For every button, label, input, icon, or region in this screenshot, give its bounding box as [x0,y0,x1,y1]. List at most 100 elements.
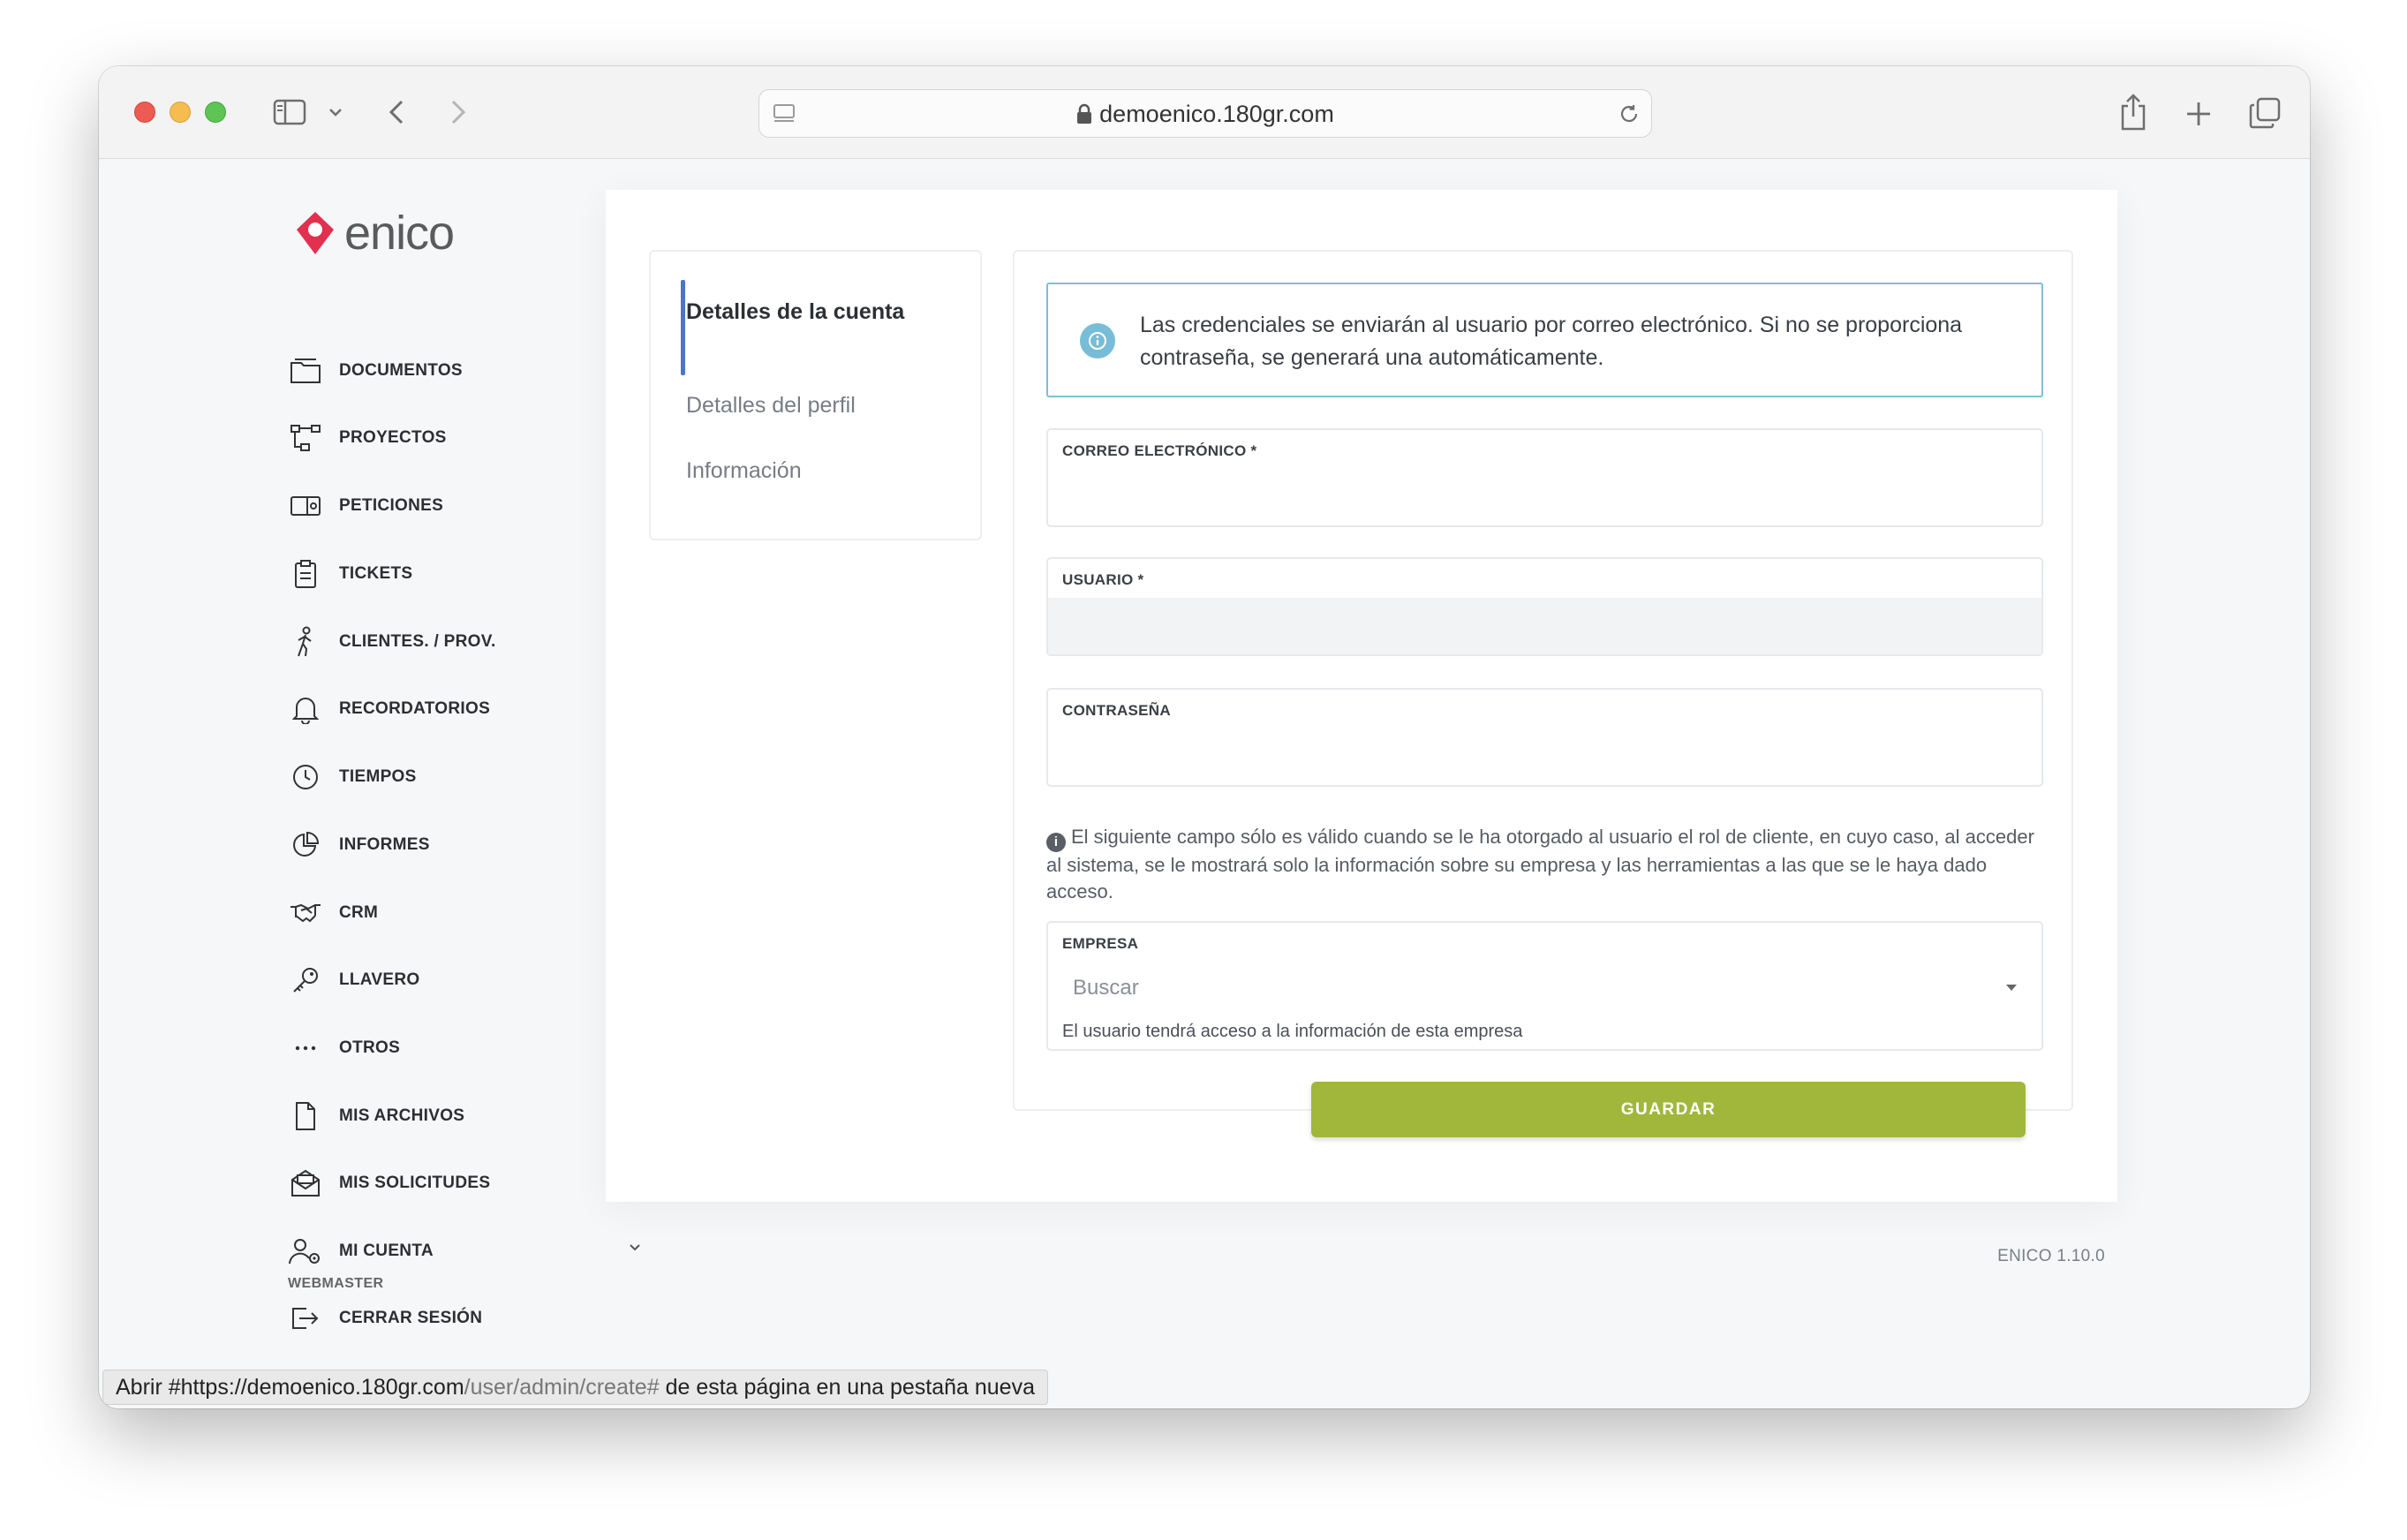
sidebar-item-clientes[interactable]: CLIENTES. / PROV. [288,620,641,664]
key-icon [288,962,323,998]
sidebar-item-recordatorios[interactable]: RECORDATORIOS [288,687,641,731]
chevron-down-icon[interactable] [629,1241,641,1257]
sidebar-item-label: OTROS [339,1038,401,1057]
handshake-icon [288,895,323,931]
logout-icon [288,1301,323,1336]
sidebar-item-cerrar-sesion[interactable]: CERRAR SESIÓN [288,1296,641,1340]
chevron-down-icon[interactable] [325,103,346,121]
minimize-window-button[interactable] [170,102,191,123]
account-form: Las credenciales se enviarán al usuario … [1013,250,2073,1137]
sidebar-item-label: INFORMES [339,835,430,854]
active-tab-indicator [681,280,685,375]
envelope-open-icon [288,1166,323,1201]
new-tab-icon[interactable] [2181,96,2216,132]
sidebar-item-label: PETICIONES [339,496,444,515]
user-role: WEBMASTER [288,1276,384,1291]
sidebar-item-label: LLAVERO [339,970,420,989]
sidebar-item-informes[interactable]: INFORMES [288,823,641,867]
address-bar[interactable]: demoenico.180gr.com [758,89,1652,138]
sidebar-item-label: DOCUMENTOS [339,361,463,380]
lock-icon [1076,93,1092,141]
app-logo[interactable]: enico [295,206,455,260]
status-suffix: de esta página en una pestaña nueva [659,1374,1035,1400]
sidebar-item-mis-archivos[interactable]: MIS ARCHIVOS [288,1094,641,1138]
user-gear-icon [288,1234,323,1269]
sidebar-item-label: RECORDATORIOS [339,699,491,718]
sidebar-item-label: TIEMPOS [339,767,417,786]
ellipsis-icon [288,1030,323,1066]
sidebar-item-tickets[interactable]: TICKETS [288,552,641,596]
sidebar-item-proyectos[interactable]: PROYECTOS [288,416,641,460]
sidebar-item-label: MI CUENTA [339,1242,434,1260]
email-label: CORREO ELECTRÓNICO * [1062,442,1257,459]
email-input[interactable] [1048,469,2041,525]
info-alert: Las credenciales se enviarán al usuario … [1046,283,2043,397]
forward-icon[interactable] [445,96,472,128]
sidebar-item-documentos[interactable]: DOCUMENTOS [288,349,641,393]
sidebar-item-label: MIS SOLICITUDES [339,1174,491,1192]
sidebar-item-mis-solicitudes[interactable]: MIS SOLICITUDES [288,1161,641,1205]
sidebar-toggle-icon[interactable] [272,96,307,128]
clipboard-icon [288,556,323,592]
file-icon [288,1098,323,1134]
status-prefix: Abrir # [116,1374,181,1400]
sidebar-item-llavero[interactable]: LLAVERO [288,958,641,1002]
clock-icon [288,759,323,795]
sidebar-item-otros[interactable]: OTROS [288,1026,641,1070]
client-role-note: i El siguiente campo sólo es válido cuand… [1046,824,2044,905]
company-placeholder: Buscar [1073,976,1139,1000]
url-text: demoenico.180gr.com [1099,101,1334,127]
password-label: CONTRASEÑA [1062,702,1171,719]
password-field: CONTRASEÑA [1046,688,2043,787]
status-domain: https://demoenico.180gr.com [180,1374,464,1400]
logo-text: enico [344,207,455,260]
sidebar-item-label: MIS ARCHIVOS [339,1106,465,1125]
tab-list: Detalles de la cuenta Detalles del perfi… [649,250,982,540]
tab-profile-details[interactable]: Detalles del perfil [686,393,856,419]
caret-down-icon [2006,985,2017,991]
alert-text: Las credenciales se enviarán al usuario … [1140,313,1963,370]
back-icon[interactable] [383,96,410,128]
sidebar-item-label: PROYECTOS [339,428,447,447]
info-icon: i [1046,833,1066,852]
status-path: /user/admin/create# [464,1374,660,1400]
sidebar-item-label: TICKETS [339,564,413,583]
company-help: El usuario tendrá acceso a la informació… [1062,1022,1523,1041]
note-text: El siguiente campo sólo es válido cuando… [1046,826,2034,902]
sidebar-item-tiempos[interactable]: TIEMPOS [288,755,641,799]
share-icon[interactable] [2116,91,2151,133]
link-status-bar: Abrir # https://demoenico.180gr.com/user/… [102,1370,1048,1405]
sidebar-item-label: CLIENTES. / PROV. [339,632,496,651]
tab-information[interactable]: Información [686,458,802,484]
browser-toolbar: demoenico.180gr.com [99,66,2310,159]
sidebar-item-crm[interactable]: CRM [288,891,641,935]
flow-icon [288,420,323,456]
company-label: EMPRESA [1062,935,1139,952]
password-input[interactable] [1048,728,2041,785]
ticket-card-icon [288,488,323,524]
company-select[interactable]: Buscar [1060,965,2029,1011]
info-circle-icon [1080,323,1115,359]
sidebar-item-label: CRM [339,903,379,922]
enico-logo-icon [297,212,334,254]
company-field: EMPRESA Buscar El usuario tendrá acceso … [1046,921,2043,1051]
pie-chart-icon [288,827,323,863]
walking-person-icon [288,624,323,660]
app-version: ENICO 1.10.0 [1997,1247,2105,1265]
tab-overview-icon[interactable] [2246,94,2283,132]
save-button[interactable]: GUARDAR [1311,1082,2026,1137]
sidebar-item-mi-cuenta[interactable]: MI CUENTA [288,1229,641,1273]
reload-icon[interactable] [1616,102,1642,126]
bell-icon [288,691,323,727]
sidebar-item-label: CERRAR SESIÓN [339,1309,483,1327]
main-content: Detalles de la cuenta Detalles del perfi… [606,190,2117,1202]
email-field: CORREO ELECTRÓNICO * [1046,428,2043,527]
folder-icon [288,353,323,389]
tab-account-details[interactable]: Detalles de la cuenta [686,296,916,328]
sidebar-item-peticiones[interactable]: PETICIONES [288,484,641,528]
username-field: USUARIO * [1046,557,2043,656]
close-window-button[interactable] [134,102,155,123]
browser-window: demoenico.180gr.com enico DOCUMENTOS PRO… [99,66,2310,1408]
zoom-window-button[interactable] [205,102,226,123]
username-input[interactable] [1048,598,2041,654]
